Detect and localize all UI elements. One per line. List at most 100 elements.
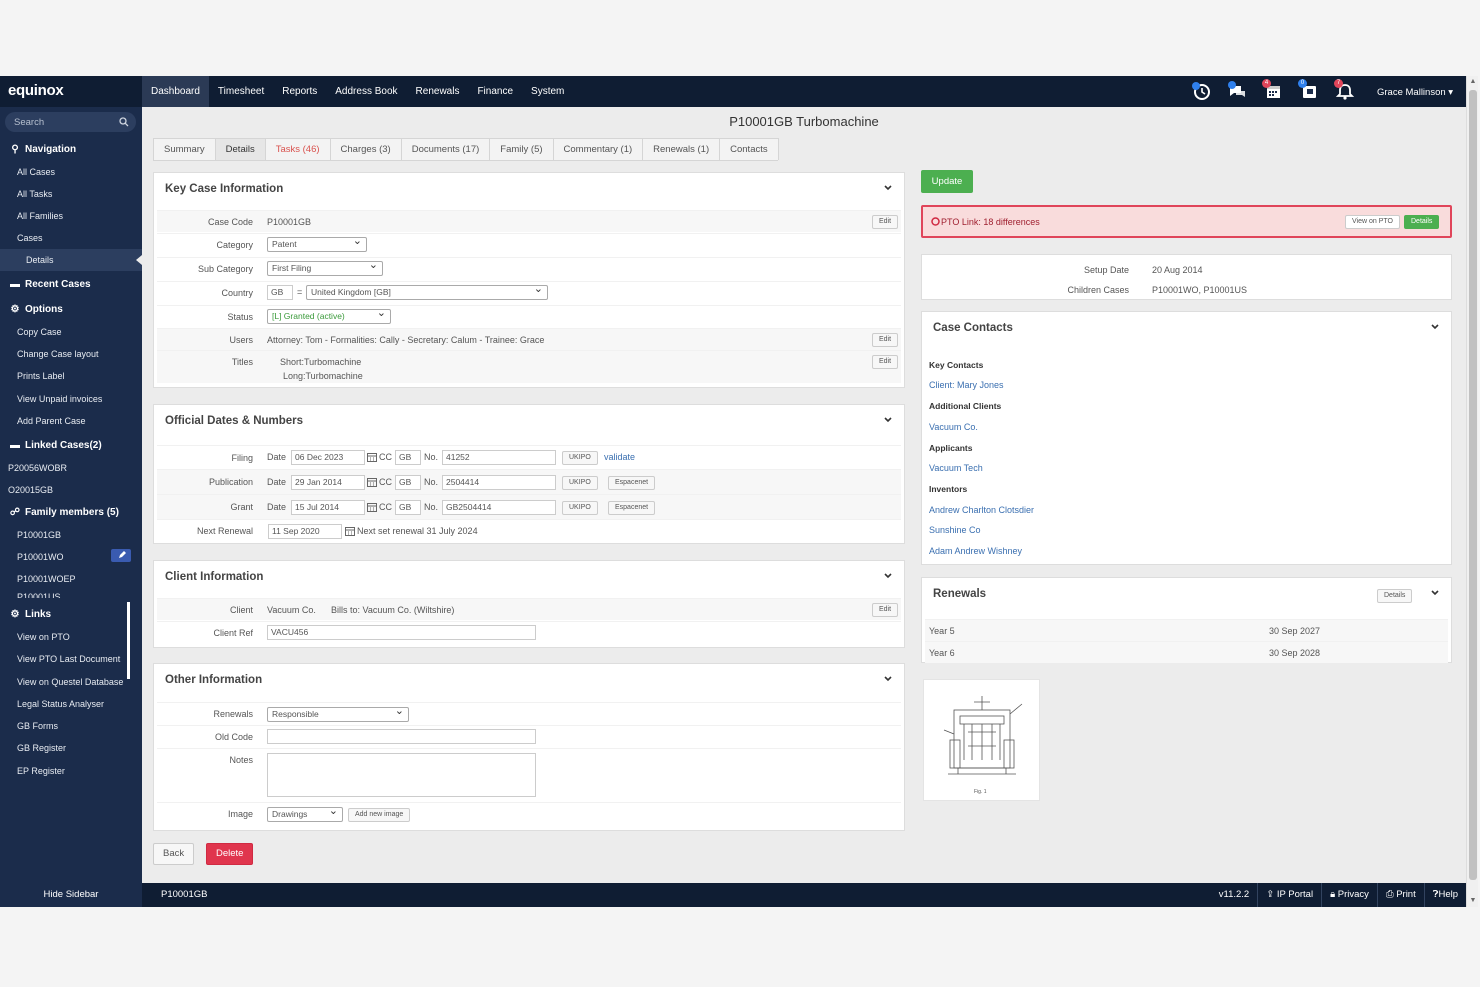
sidebar-item-all-cases[interactable]: All Cases <box>0 161 142 183</box>
edit-case-code-button[interactable]: Edit <box>872 215 899 229</box>
delete-button[interactable]: Delete <box>206 843 254 865</box>
country-select[interactable]: United Kingdom [GB] <box>306 285 548 300</box>
calendar-icon[interactable] <box>367 477 377 487</box>
publication-number-input[interactable]: 2504414 <box>442 475 556 490</box>
publication-date-input[interactable]: 29 Jan 2014 <box>291 475 365 490</box>
user-menu[interactable]: Grace Mallinson ▾ <box>1377 76 1453 109</box>
family-item[interactable]: P10001WO <box>0 546 142 568</box>
renewals-details-button[interactable]: Details <box>1377 589 1413 603</box>
old-code-input[interactable] <box>267 729 536 744</box>
link-item[interactable]: View on Questel Database <box>0 671 142 693</box>
hide-sidebar-button[interactable]: Hide Sidebar <box>0 883 142 907</box>
filing-office-button[interactable]: UKIPO <box>562 451 598 465</box>
tab-documents[interactable]: Documents (17) <box>400 138 491 160</box>
additional-client-link[interactable]: Vacuum Co. <box>929 421 978 433</box>
search-input[interactable] <box>14 112 119 132</box>
app-logo[interactable]: equinox <box>8 82 64 99</box>
add-image-button[interactable]: Add new image <box>348 808 411 822</box>
sidebar-item-add-parent[interactable]: Add Parent Case <box>0 410 142 432</box>
link-item[interactable]: Legal Status Analyser <box>0 693 142 715</box>
sidebar-item-all-families[interactable]: All Families <box>0 205 142 227</box>
client-ref-input[interactable]: VACU456 <box>267 625 536 640</box>
edit-users-button[interactable]: Edit <box>872 333 899 347</box>
edit-titles-button[interactable]: Edit <box>872 355 899 369</box>
children-cases-links[interactable]: P10001WO, P10001US <box>1152 284 1247 296</box>
grant-date-input[interactable]: 15 Jul 2014 <box>291 500 365 515</box>
sidebar-item-all-tasks[interactable]: All Tasks <box>0 183 142 205</box>
tab-renewals[interactable]: Renewals (1) <box>642 138 721 160</box>
calendar-icon[interactable] <box>367 452 377 462</box>
filing-cc-input[interactable]: GB <box>395 450 421 465</box>
link-item[interactable]: GB Register <box>0 737 142 759</box>
tab-family[interactable]: Family (5) <box>489 138 554 160</box>
publication-cc-input[interactable]: GB <box>395 475 421 490</box>
sidebar-head-recent-cases[interactable]: ▬ Recent Cases <box>0 274 142 296</box>
chevron-down-icon[interactable] <box>883 571 893 581</box>
inventor-link[interactable]: Sunshine Co <box>929 524 981 536</box>
message-icon[interactable]: 0 <box>1298 79 1320 102</box>
applicant-link[interactable]: Vacuum Tech <box>929 462 983 474</box>
pto-details-button[interactable]: Details <box>1404 215 1440 229</box>
family-item[interactable]: P10001WOEP <box>0 568 142 590</box>
sidebar-item-details[interactable]: Details <box>0 249 142 271</box>
sidebar-item-unpaid-invoices[interactable]: View Unpaid invoices <box>0 388 142 410</box>
chevron-down-icon[interactable] <box>883 674 893 684</box>
back-button[interactable]: Back <box>153 843 195 865</box>
link-item[interactable]: GB Forms <box>0 715 142 737</box>
grant-office-button[interactable]: UKIPO <box>562 501 598 515</box>
grant-cc-input[interactable]: GB <box>395 500 421 515</box>
scrollbar-thumb[interactable] <box>1469 90 1477 880</box>
next-renewal-input[interactable]: 11 Sep 2020 <box>268 524 342 539</box>
category-select[interactable]: Patent <box>267 237 367 252</box>
family-item[interactable]: P10001US <box>0 590 142 598</box>
link-item[interactable]: EP Register <box>0 760 142 782</box>
link-item[interactable]: View PTO Last Document <box>0 648 142 670</box>
grant-number-input[interactable]: GB2504414 <box>442 500 556 515</box>
chevron-down-icon[interactable] <box>883 415 893 425</box>
publication-espacenet-button[interactable]: Espacenet <box>608 476 656 490</box>
sidebar-head-linked-cases[interactable]: ▬ Linked Cases(2) <box>0 435 142 457</box>
scroll-down-arrow[interactable]: ▼ <box>1467 895 1479 907</box>
nav-address-book[interactable]: Address Book <box>326 76 406 107</box>
tab-charges[interactable]: Charges (3) <box>329 138 402 160</box>
sidebar-head-links[interactable]: ⚙ Links <box>0 604 142 626</box>
sidebar-item-change-layout[interactable]: Change Case layout <box>0 343 142 365</box>
sidebar-head-navigation[interactable]: ⚲ Navigation <box>0 139 142 161</box>
sub-category-select[interactable]: First Filing <box>267 261 383 276</box>
publication-office-button[interactable]: UKIPO <box>562 476 598 490</box>
chevron-down-icon[interactable] <box>1430 322 1440 332</box>
filing-date-input[interactable]: 06 Dec 2023 <box>291 450 365 465</box>
linked-case-item[interactable]: P20056WOBR <box>0 457 142 479</box>
view-on-pto-button[interactable]: View on PTO <box>1345 215 1400 229</box>
chat-icon[interactable] <box>1226 80 1248 102</box>
nav-timesheet[interactable]: Timesheet <box>209 76 273 107</box>
privacy-link[interactable]: 🔒︎ Privacy <box>1321 883 1377 907</box>
help-link[interactable]: ❓︎Help <box>1423 883 1466 907</box>
print-link[interactable]: ⎙ Print <box>1376 883 1424 907</box>
image-select[interactable]: Drawings <box>267 807 343 822</box>
nav-renewals[interactable]: Renewals <box>407 76 469 107</box>
calendar-icon[interactable]: 4 <box>1262 79 1284 102</box>
validate-link[interactable]: validate <box>604 450 635 464</box>
sidebar-head-family[interactable]: ☍ Family members (5) <box>0 502 142 524</box>
key-client-link[interactable]: Client: Mary Jones <box>929 379 1004 391</box>
page-scrollbar[interactable]: ▲ ▼ <box>1466 76 1478 907</box>
filing-number-input[interactable]: 41252 <box>442 450 556 465</box>
link-item[interactable]: View on PTO <box>0 626 142 648</box>
country-code-input[interactable]: GB <box>267 285 293 300</box>
inventor-link[interactable]: Adam Andrew Wishney <box>929 545 1022 557</box>
patent-drawing-thumbnail[interactable]: Fig. 1 <box>923 679 1040 801</box>
nav-reports[interactable]: Reports <box>273 76 326 107</box>
notes-textarea[interactable] <box>267 753 536 797</box>
calendar-icon[interactable] <box>345 526 355 536</box>
tab-commentary[interactable]: Commentary (1) <box>552 138 644 160</box>
chevron-down-icon[interactable] <box>1430 588 1440 598</box>
inventor-link[interactable]: Andrew Charlton Clotsdier <box>929 504 1034 516</box>
nav-dashboard[interactable]: Dashboard <box>142 76 209 107</box>
chevron-down-icon[interactable] <box>883 183 893 193</box>
history-icon[interactable] <box>1190 80 1212 102</box>
update-button[interactable]: Update <box>921 170 973 193</box>
nav-system[interactable]: System <box>522 76 573 107</box>
tab-tasks[interactable]: Tasks (46) <box>264 138 331 160</box>
bell-icon[interactable]: 7 <box>1334 79 1356 102</box>
